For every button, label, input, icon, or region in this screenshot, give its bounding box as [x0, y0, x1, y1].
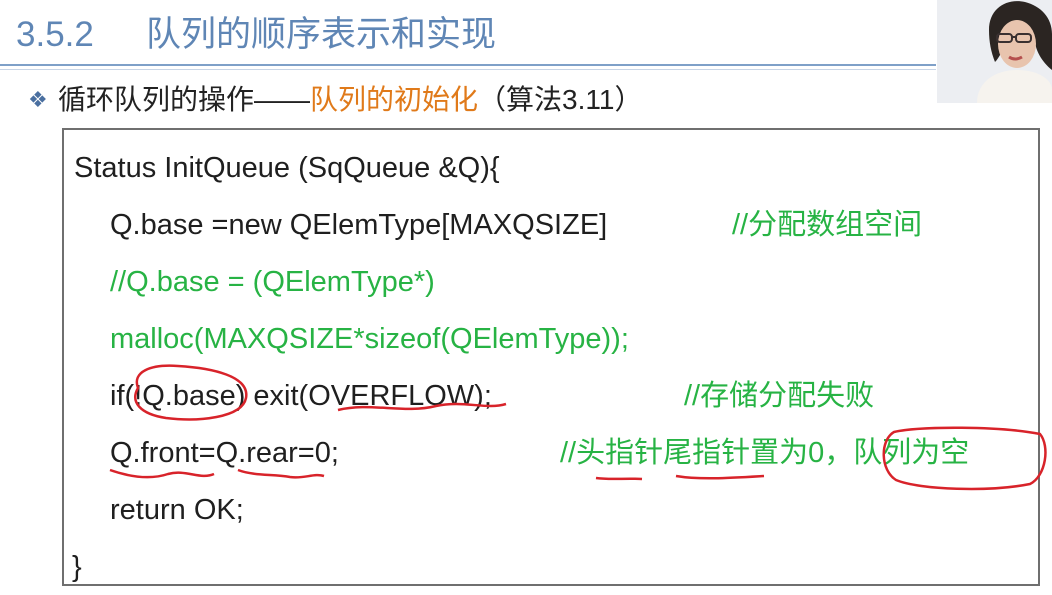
code-line-0: Status InitQueue (SqQueue &Q){ [74, 152, 500, 184]
section-number: 3.5.2 [16, 15, 94, 54]
code-line-2: //Q.base = (QElemType*) [110, 266, 435, 298]
code-line-7: } [72, 551, 82, 583]
code-line-5: Q.front=Q.rear=0; [110, 437, 339, 469]
comment-line-5: //头指针尾指针置为0，队列为空 [560, 437, 970, 469]
title-divider [0, 64, 936, 66]
slide-title: 3.5.2 队列的顺序表示和实现 [16, 8, 496, 62]
presenter-image [937, 0, 1052, 103]
code-line-4: if(!Q.base) exit(OVERFLOW); [110, 380, 492, 412]
bullet-highlight: 队列的初始化 [310, 84, 479, 115]
code-line-1: Q.base =new QElemType[MAXQSIZE] [110, 209, 608, 241]
section-title: 队列的顺序表示和实现 [146, 15, 497, 54]
comment-line-4: //存储分配失败 [684, 380, 875, 412]
presenter-webcam [937, 0, 1052, 103]
code-line-6: return OK; [110, 494, 244, 526]
code-line-3: malloc(MAXQSIZE*sizeof(QElemType)); [110, 323, 629, 355]
bullet-line: ❖ 循环队列的操作——队列的初始化（算法3.11） [28, 80, 642, 120]
bullet-suffix: （算法3.11） [478, 84, 643, 115]
diamond-bullet-icon: ❖ [28, 87, 48, 112]
comment-line-1: //分配数组空间 [732, 209, 923, 241]
title-divider-secondary [0, 69, 936, 70]
bullet-prefix: 循环队列的操作—— [58, 84, 311, 115]
code-box: Status InitQueue (SqQueue &Q){ Q.base =n… [62, 128, 1040, 586]
